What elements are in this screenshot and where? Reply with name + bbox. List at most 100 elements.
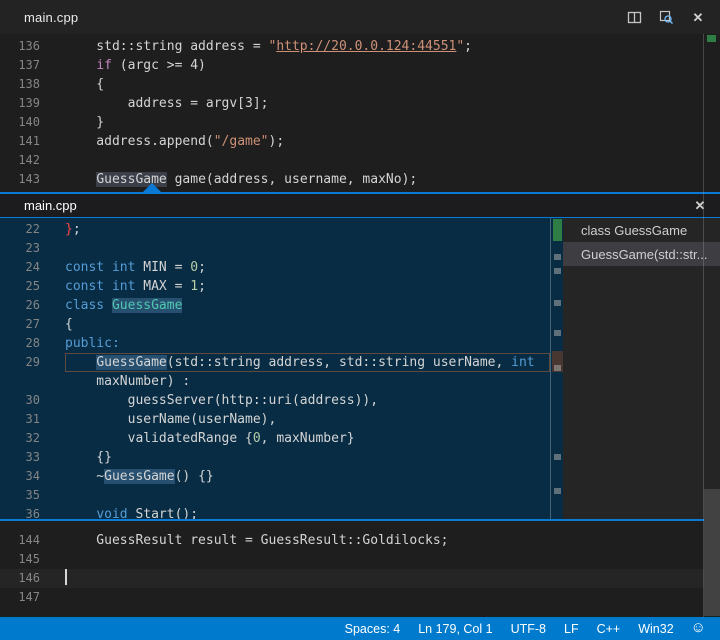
code-text: const int MAX = 1; [65, 277, 550, 296]
code-text: address.append("/game"); [65, 132, 720, 151]
line-number: 31 [0, 410, 40, 429]
overview-marker [554, 300, 561, 306]
code-text [65, 151, 720, 170]
code-text: {} [65, 448, 550, 467]
code-text [65, 588, 720, 607]
code-line[interactable]: 144 GuessResult result = GuessResult::Go… [0, 531, 720, 550]
code-text: std::string address = "http://20.0.0.124… [65, 37, 720, 56]
code-line[interactable]: 35 [0, 486, 550, 505]
line-number: 30 [0, 391, 40, 410]
line-number: 23 [0, 239, 40, 258]
line-number: 24 [0, 258, 40, 277]
line-number: 34 [0, 467, 40, 486]
open-preview-icon[interactable] [658, 9, 674, 25]
code-line[interactable]: 22}; [0, 220, 550, 239]
code-line[interactable]: 29 GuessGame(std::string address, std::s… [0, 353, 550, 372]
code-text: class GuessGame [65, 296, 550, 315]
editor-title-bar: main.cpp ✕ [0, 0, 720, 34]
overview-marker [554, 254, 561, 260]
reference-item-constructor[interactable]: GuessGame(std::str... [563, 242, 720, 266]
peek-reference-list: class GuessGame GuessGame(std::str... [563, 218, 720, 519]
code-line[interactable]: 34 ~GuessGame() {} [0, 467, 550, 486]
code-line[interactable]: 30 guessServer(http::uri(address)), [0, 391, 550, 410]
line-number [0, 372, 40, 391]
status-platform[interactable]: Win32 [629, 622, 682, 636]
code-line[interactable]: 138 { [0, 75, 720, 94]
code-line[interactable]: 24const int MIN = 0; [0, 258, 550, 277]
line-number: 144 [0, 531, 40, 550]
line-number: 138 [0, 75, 40, 94]
status-eol[interactable]: LF [555, 622, 588, 636]
overview-marker [554, 268, 561, 274]
code-line[interactable]: 33 {} [0, 448, 550, 467]
code-line[interactable]: 31 userName(userName), [0, 410, 550, 429]
peek-overview-ruler[interactable] [550, 218, 563, 519]
overview-marker [554, 488, 561, 494]
code-text: if (argc >= 4) [65, 56, 720, 75]
code-line[interactable]: 147 [0, 588, 720, 607]
line-number: 25 [0, 277, 40, 296]
peek-definition-widget: main.cpp ✕ 22};2324const int MIN = 0;25c… [0, 192, 720, 521]
code-line[interactable]: 140 } [0, 113, 720, 132]
code-text: GuessResult result = GuessResult::Goldil… [65, 531, 720, 550]
scrollbar-slider[interactable] [704, 489, 720, 616]
file-title: main.cpp [24, 10, 78, 25]
code-line[interactable]: 141 address.append("/game"); [0, 132, 720, 151]
code-line[interactable]: 23 [0, 239, 550, 258]
editor-scrollbar[interactable] [703, 34, 720, 617]
code-text: userName(userName), [65, 410, 550, 429]
added-lines-marker [553, 219, 562, 241]
line-number: 136 [0, 37, 40, 56]
code-line[interactable]: 26 class GuessGame [0, 296, 550, 315]
line-number: 143 [0, 170, 40, 189]
code-text: validatedRange {0, maxNumber} [65, 429, 550, 448]
line-number: 145 [0, 550, 40, 569]
status-cursor-position[interactable]: Ln 179, Col 1 [409, 622, 501, 636]
title-bar-actions: ✕ [626, 9, 706, 25]
feedback-smiley-icon[interactable]: ☺ [683, 619, 712, 638]
line-number: 142 [0, 151, 40, 170]
peek-body: 22};2324const int MIN = 0;25 const int MA… [0, 218, 720, 519]
split-editor-icon[interactable] [626, 9, 642, 25]
code-line[interactable]: 28 public: [0, 334, 550, 353]
line-number: 29 [0, 353, 40, 372]
line-number: 32 [0, 429, 40, 448]
code-line[interactable]: 142 [0, 151, 720, 170]
code-text [65, 550, 720, 569]
line-number: 26 [0, 296, 40, 315]
line-number: 141 [0, 132, 40, 151]
code-line[interactable]: 143 GuessGame game(address, username, ma… [0, 170, 720, 189]
status-indentation[interactable]: Spaces: 4 [336, 622, 410, 636]
code-text: { [65, 315, 550, 334]
code-line[interactable]: 32 validatedRange {0, maxNumber} [0, 429, 550, 448]
line-number: 27 [0, 315, 40, 334]
peek-anchor-arrow [143, 183, 161, 192]
status-bar: Spaces: 4 Ln 179, Col 1 UTF-8 LF C++ Win… [0, 617, 720, 640]
code-text: public: [65, 334, 550, 353]
reference-item-class[interactable]: class GuessGame [563, 218, 720, 242]
status-encoding[interactable]: UTF-8 [502, 622, 555, 636]
code-line[interactable]: 146 [0, 569, 720, 588]
line-number: 28 [0, 334, 40, 353]
code-line[interactable]: 136 std::string address = "http://20.0.0… [0, 37, 720, 56]
code-line[interactable]: 25 const int MAX = 1; [0, 277, 550, 296]
peek-title: main.cpp [24, 198, 77, 213]
code-line[interactable]: 137 if (argc >= 4) [0, 56, 720, 75]
added-lines-marker [707, 35, 716, 42]
code-line[interactable]: 36 void Start(); [0, 505, 550, 519]
status-language-mode[interactable]: C++ [588, 622, 630, 636]
line-number: 147 [0, 588, 40, 607]
code-line[interactable]: 27 { [0, 315, 550, 334]
editor-bottom[interactable]: 144 GuessResult result = GuessResult::Go… [0, 521, 720, 616]
line-number: 146 [0, 569, 40, 588]
code-line[interactable]: maxNumber) : [0, 372, 550, 391]
editor-top[interactable]: 136 std::string address = "http://20.0.0… [0, 34, 720, 192]
close-editor-icon[interactable]: ✕ [690, 9, 706, 25]
peek-editor[interactable]: 22};2324const int MIN = 0;25 const int MA… [0, 218, 550, 519]
code-text: void Start(); [65, 505, 550, 519]
code-text [65, 239, 550, 258]
code-line[interactable]: 139 address = argv[3]; [0, 94, 720, 113]
overview-marker [554, 454, 561, 460]
code-line[interactable]: 145 [0, 550, 720, 569]
code-text: ~GuessGame() {} [65, 467, 550, 486]
